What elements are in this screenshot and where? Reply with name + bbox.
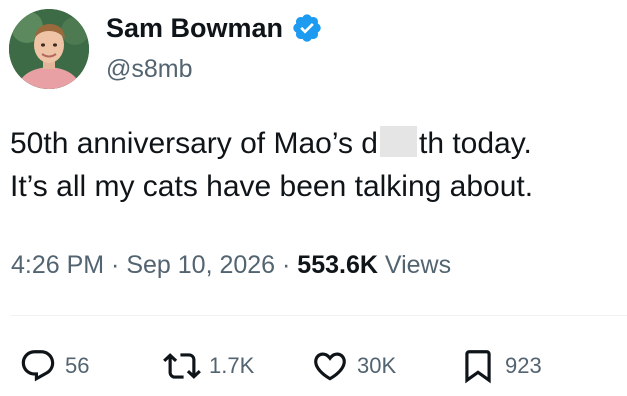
user-handle[interactable]: @s8mb [106, 51, 193, 87]
tweet-time[interactable]: 4:26 PM [11, 251, 104, 279]
tweet-meta: 4:26 PM · Sep 10, 2026 · 553.6K Views [11, 247, 451, 283]
like-button[interactable]: 30K [311, 346, 396, 386]
censor-block [379, 126, 417, 157]
avatar-image [9, 9, 89, 89]
tweet-line-1-start: 50th anniversary of Mao’s d [10, 127, 378, 160]
bookmark-icon [465, 350, 491, 384]
avatar[interactable] [9, 9, 89, 89]
verified-badge-icon [293, 14, 321, 42]
tweet-text: 50th anniversary of Mao’s d th today. It’… [10, 122, 620, 208]
bookmark-button[interactable]: 923 [459, 346, 542, 386]
tweet-line-1-end: th today. [418, 127, 532, 160]
views-label: Views [377, 251, 452, 279]
tweet-line-2: It’s all my cats have been talking about… [10, 170, 534, 203]
meta-separator: · [275, 251, 298, 279]
author-name-row[interactable]: Sam Bowman [106, 10, 323, 46]
retweet-button[interactable]: 1.7K [163, 346, 254, 386]
reply-icon [21, 350, 55, 382]
reply-count: 56 [65, 353, 90, 378]
tweet-date[interactable]: Sep 10, 2026 [126, 251, 275, 279]
retweet-icon [163, 353, 201, 379]
meta-separator: · [104, 251, 127, 279]
tweet-line-1: 50th anniversary of Mao’s d th today. [10, 122, 620, 165]
bookmark-count: 923 [505, 353, 542, 378]
heart-icon [314, 352, 346, 381]
reply-button[interactable]: 56 [19, 346, 89, 386]
display-name[interactable]: Sam Bowman [106, 10, 283, 46]
like-count: 30K [357, 353, 397, 378]
retweet-count: 1.7K [209, 353, 255, 378]
views-count: 553.6K [297, 251, 378, 279]
divider [10, 315, 627, 316]
